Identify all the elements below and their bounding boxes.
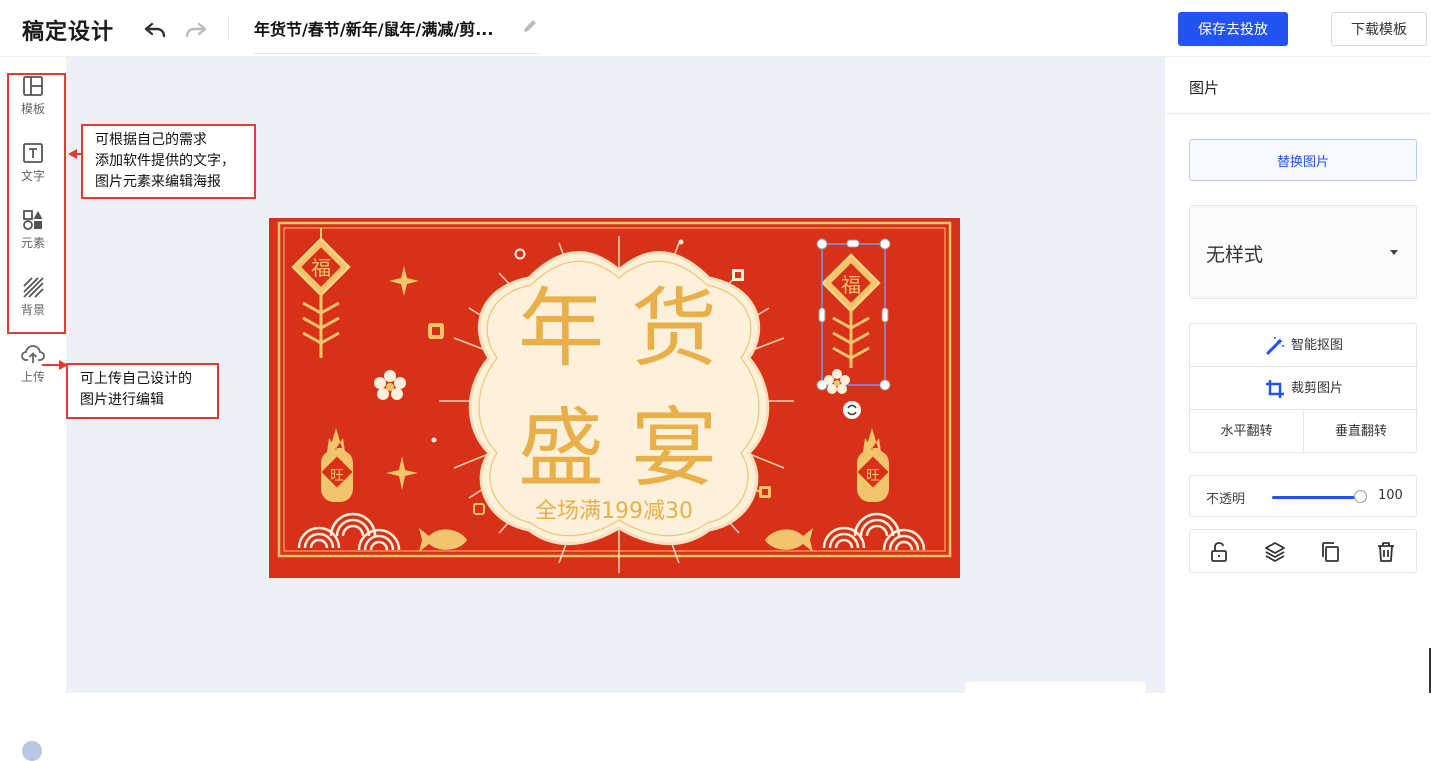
sidebar-item-upload[interactable]: 上传: [0, 343, 66, 409]
wang-char-left: 旺: [330, 468, 344, 484]
save-publish-button[interactable]: 保存去投放: [1178, 12, 1288, 46]
wang-pot-left: [321, 428, 353, 502]
poster-canvas[interactable]: 福 福 旺 旺 年 货 盛 宴 全场满199减30: [269, 218, 960, 578]
upload-icon: [21, 345, 45, 363]
sidebar-label: 模板: [20, 102, 45, 116]
flip-vertical-button[interactable]: 垂直翻转: [1304, 410, 1418, 453]
wang-pot-right: [857, 428, 889, 502]
fu-char-right: 福: [841, 273, 861, 297]
image-tools: 智能抠图 裁剪图片 水平翻转 垂直翻转: [1189, 323, 1418, 453]
opacity-label: 不透明: [1206, 492, 1246, 507]
fu-lantern-left: [291, 228, 351, 358]
sidebar-item-elements[interactable]: 元素: [0, 209, 66, 275]
opacity-slider-handle[interactable]: [1354, 490, 1367, 503]
title-char: 盛: [518, 399, 604, 499]
caret-down-icon: [1390, 250, 1398, 255]
sidebar-item-template[interactable]: 模板: [0, 75, 66, 141]
annotation-left-note: 可根据自己的需求 添加软件提供的文字， 图片元素来编辑海报: [81, 124, 256, 199]
title-char: 货: [631, 279, 717, 379]
opacity-control: 不透明 100: [1189, 475, 1417, 517]
app-logo[interactable]: 稿定设计: [22, 14, 114, 46]
fish: [419, 528, 813, 552]
unlock-icon[interactable]: [1207, 540, 1231, 564]
undo-icon[interactable]: [143, 18, 167, 42]
smart-cutout-button[interactable]: 智能抠图: [1190, 324, 1418, 367]
opacity-value: 100: [1378, 488, 1403, 503]
annotation-upload-note: 可上传自己设计的 图片进行编辑: [66, 363, 219, 419]
annotation-line: 添加软件提供的文字，: [95, 153, 235, 169]
elements-icon: [23, 210, 43, 230]
layers-icon[interactable]: [1263, 540, 1287, 564]
fu-char-left: 福: [311, 256, 331, 280]
annotation-line: 可根据自己的需求: [95, 132, 207, 148]
style-select-value: 无样式: [1206, 244, 1264, 266]
poster-subtitle[interactable]: 全场满199减30: [535, 499, 693, 524]
background-icon: [23, 277, 44, 298]
annotation-line: 可上传自己设计的: [80, 371, 192, 387]
header-divider: [228, 16, 229, 40]
delete-icon[interactable]: [1374, 540, 1398, 564]
text-icon: [23, 143, 43, 163]
magic-wand-icon: [1266, 336, 1284, 354]
sidebar-label: 上传: [20, 370, 45, 384]
download-template-button[interactable]: 下载模板: [1331, 12, 1427, 46]
sidebar-item-background[interactable]: 背景: [0, 276, 66, 342]
sidebar-label: 文字: [20, 169, 45, 183]
template-icon: [23, 76, 43, 96]
wang-char-right: 旺: [866, 468, 880, 484]
crop-icon: [1265, 379, 1284, 398]
poster-artwork: 福 福 旺 旺 年 货 盛 宴 全场满199减30: [277, 221, 952, 573]
opacity-slider[interactable]: [1272, 496, 1360, 499]
title-char: 年: [518, 279, 604, 379]
annotation-arrowhead: [68, 149, 77, 159]
layer-actions: [1189, 529, 1417, 573]
fu-lantern-right[interactable]: [821, 253, 881, 368]
copy-icon[interactable]: [1318, 540, 1342, 564]
sidebar-item-text[interactable]: 文字: [0, 142, 66, 208]
left-sidebar: 模板 文字 元素 背景 上传: [0, 57, 66, 761]
sidebar-label: 背景: [20, 303, 45, 317]
crop-image-button[interactable]: 裁剪图片: [1190, 367, 1418, 410]
style-select[interactable]: 无样式: [1189, 205, 1417, 299]
redo-icon[interactable]: [184, 18, 208, 42]
sidebar-label: 元素: [20, 236, 45, 250]
document-title[interactable]: 年货节/春节/新年/鼠年/满减/剪...: [254, 16, 524, 40]
right-panel: 图片 替换图片 无样式 智能抠图 裁剪图片 水平翻转 垂直翻转 不透明 100: [1164, 57, 1431, 693]
flip-horizontal-button[interactable]: 水平翻转: [1190, 410, 1304, 453]
edit-title-icon[interactable]: [520, 16, 540, 36]
tool-label: 裁剪图片: [1290, 381, 1343, 396]
annotation-line: 图片元素来编辑海报: [95, 174, 221, 190]
panel-title: 图片: [1189, 79, 1220, 97]
help-icon[interactable]: [22, 741, 42, 761]
panel-divider: [1165, 113, 1431, 114]
top-bar: 稿定设计 年货节/春节/新年/鼠年/满减/剪... 保存去投放 下载模板: [0, 0, 1431, 57]
title-char: 宴: [631, 399, 717, 499]
replace-image-button[interactable]: 替换图片: [1189, 139, 1417, 181]
annotation-line: 图片进行编辑: [80, 392, 164, 408]
tool-label: 智能抠图: [1290, 338, 1343, 353]
zoom-control[interactable]: [965, 682, 1146, 702]
title-underline: [254, 53, 539, 54]
